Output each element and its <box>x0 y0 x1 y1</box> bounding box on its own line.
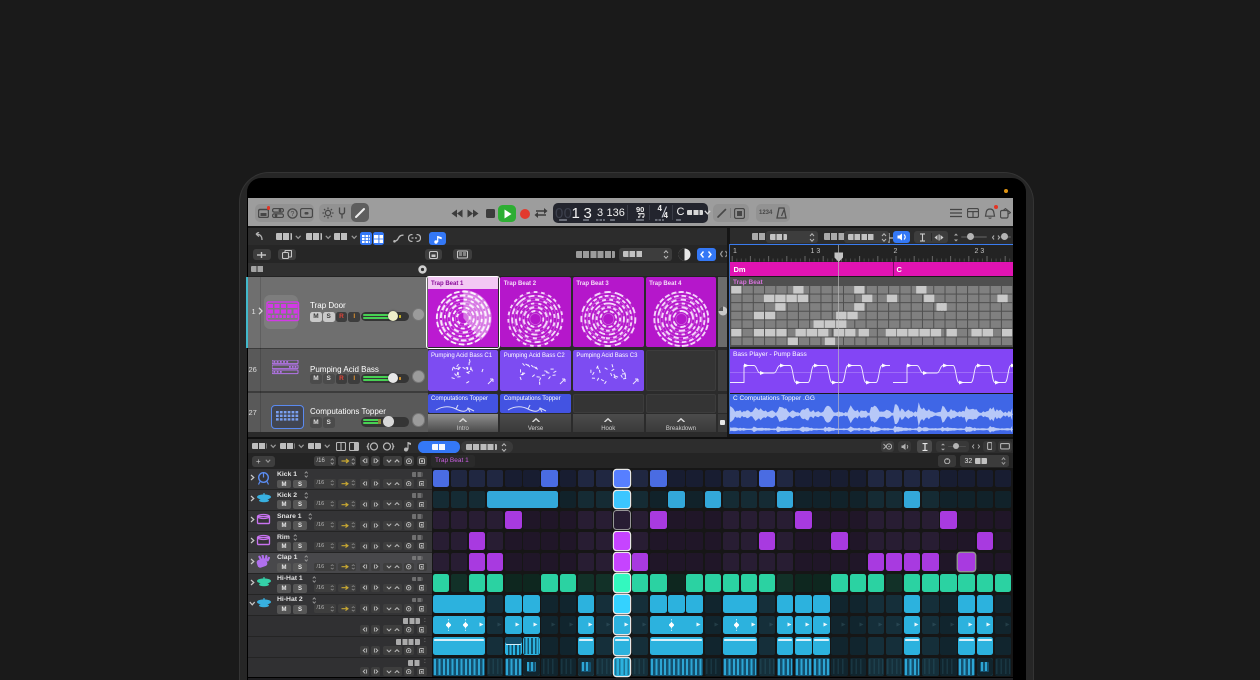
svg-text:?: ? <box>291 211 295 218</box>
